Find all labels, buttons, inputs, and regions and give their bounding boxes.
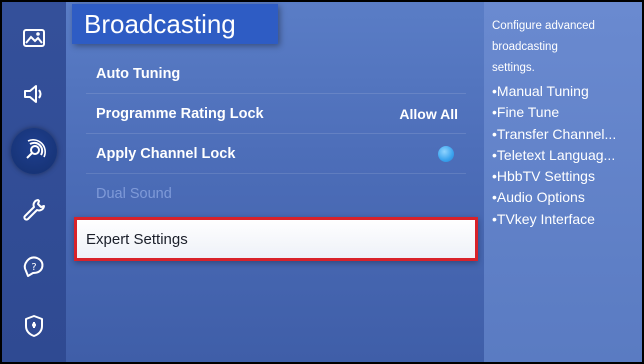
menu-item-expert-settings[interactable]: Expert Settings [74,217,478,261]
svg-text:?: ? [31,262,36,273]
picture-icon[interactable] [12,16,56,60]
help-list-item: •Manual Tuning [492,83,589,99]
help-list-item: •Audio Options [492,189,585,206]
help-list-item: •HbbTV Settings [492,168,595,185]
broadcasting-icon[interactable] [11,128,57,174]
help-list-item: •Transfer Channel... [492,125,617,142]
menu-item-auto-tuning[interactable]: Auto Tuning [86,54,466,94]
menu-item-label: Dual Sound [96,186,172,202]
menu-item-programme-rating-lock[interactable]: Programme Rating Lock Allow All [86,94,466,134]
general-wrench-icon[interactable] [12,188,56,232]
menu-item-value: Allow All [399,105,458,122]
help-list-item: •TVkey Interface [492,210,595,227]
help-description: Configure advanced broadcasting settings… [492,20,595,74]
help-panel: Configure advanced broadcasting settings… [484,2,642,362]
toggle-on-indicator[interactable] [438,145,454,162]
menu-item-label: Programme Rating Lock [96,105,264,122]
help-list-item: •Teletext Languag... [492,146,616,163]
help-submenu-list: •Manual Tuning •Fine Tune •Transfer Chan… [492,81,636,230]
category-rail: ? [2,2,66,362]
menu-item-dual-sound: Dual Sound [86,174,466,214]
menu-item-label: Expert Settings [86,230,188,248]
page-title: Broadcasting [84,8,236,39]
settings-menu: Auto Tuning Programme Rating Lock Allow … [86,54,466,214]
help-list-item: •Fine Tune [492,104,560,121]
privacy-shield-icon[interactable] [12,304,56,348]
menu-item-apply-channel-lock[interactable]: Apply Channel Lock [86,134,466,174]
menu-item-label: Apply Channel Lock [96,145,236,162]
page-title-box: Broadcasting [72,4,278,44]
support-icon[interactable]: ? [12,244,56,288]
menu-item-label: Auto Tuning [96,65,181,82]
tv-settings-screen: ? Broadcasting Auto Tuning Programme Rat… [2,2,642,362]
sound-icon[interactable] [12,72,56,116]
